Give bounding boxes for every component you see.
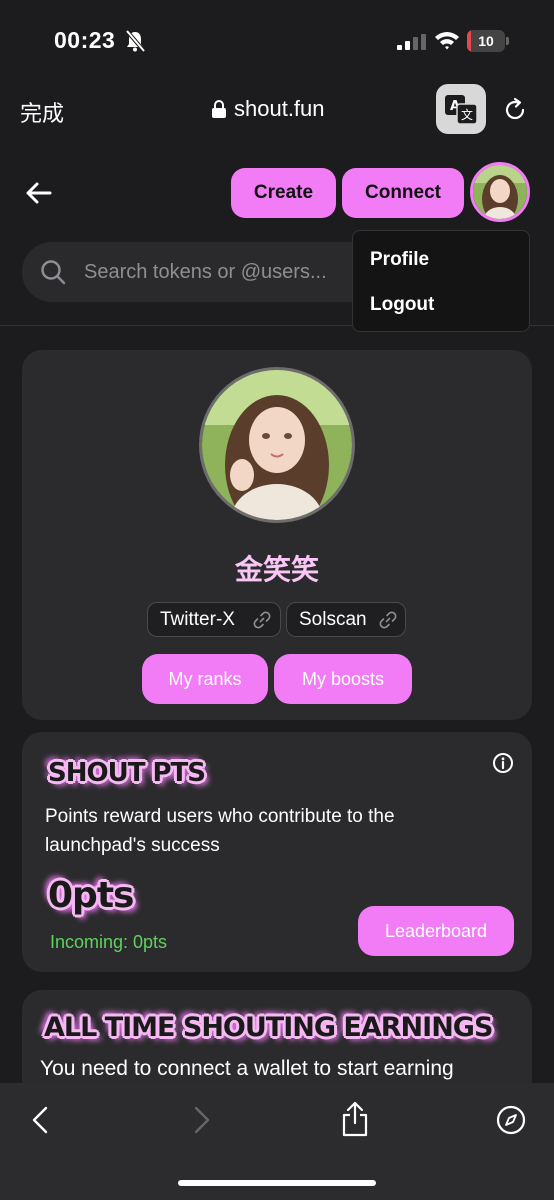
url-text: shout.fun [234,96,325,121]
bell-slash-icon [125,29,146,53]
share-icon[interactable] [340,1101,370,1137]
leaderboard-button[interactable]: Leaderboard [358,906,514,956]
svg-text:文: 文 [461,107,473,122]
earnings-description: You need to connect a wallet to start ea… [40,1057,454,1080]
back-arrow-icon[interactable] [24,178,54,208]
battery-icon: 10 [467,30,509,52]
my-ranks-button[interactable]: My ranks [142,654,268,704]
search-icon [41,260,66,285]
shout-pts-card: SHOUT PTS Points reward users who contri… [22,732,532,972]
browser-bar: 完成 shout.fun A 文 [0,84,554,140]
battery-level: 10 [478,33,494,49]
shout-pts-title: SHOUT PTS [48,758,206,788]
incoming-pts: Incoming: 0pts [50,932,168,952]
avatar[interactable] [470,162,530,222]
reload-icon[interactable] [502,97,528,123]
earnings-title: ALL TIME SHOUTING EARNINGS [44,1012,493,1043]
done-button[interactable]: 完成 [20,96,64,128]
profile-avatar [199,367,355,523]
solscan-link[interactable]: Solscan [286,602,406,637]
compass-icon[interactable] [496,1105,526,1135]
wifi-icon [435,32,459,50]
signal-icon [397,34,426,50]
url-bar[interactable]: shout.fun [212,96,325,122]
translate-icon: A 文 [445,95,478,125]
menu-item-profile[interactable]: Profile [370,249,429,271]
profile-name: 金笑笑 [234,553,319,586]
solscan-label: Solscan [299,609,367,630]
forward-icon[interactable] [186,1105,216,1135]
link-icon [379,611,397,629]
translate-button[interactable]: A 文 [436,84,486,134]
status-time: 00:23 [54,27,116,53]
shout-pts-value: 0pts [48,875,134,916]
account-menu: Profile Logout [352,230,530,332]
create-button[interactable]: Create [231,168,336,218]
twitter-x-label: Twitter-X [160,609,235,630]
link-icon [253,611,271,629]
connect-button[interactable]: Connect [342,168,464,218]
search-box[interactable] [22,242,402,302]
info-icon[interactable] [492,752,514,774]
shout-pts-description: Points reward users who contribute to th… [45,806,395,856]
profile-card: 金笑笑 Twitter-X Solscan My ranks My boosts [22,350,532,720]
search-input[interactable] [84,242,384,302]
lock-icon [212,100,226,118]
twitter-x-link[interactable]: Twitter-X [147,602,281,637]
my-boosts-button[interactable]: My boosts [274,654,412,704]
menu-item-logout[interactable]: Logout [370,294,434,316]
home-indicator [178,1180,376,1186]
status-bar: 00:23 10 [0,0,554,84]
back-icon[interactable] [26,1105,56,1135]
